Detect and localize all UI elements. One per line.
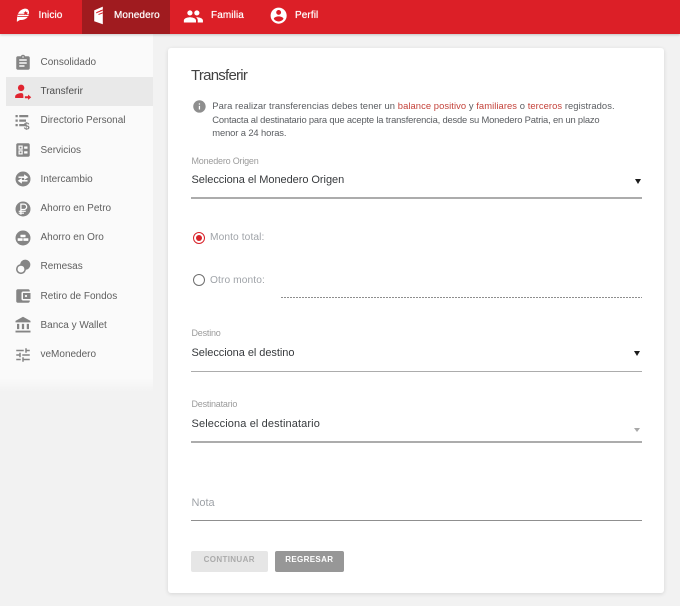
svg-text:$: $ <box>24 120 30 130</box>
